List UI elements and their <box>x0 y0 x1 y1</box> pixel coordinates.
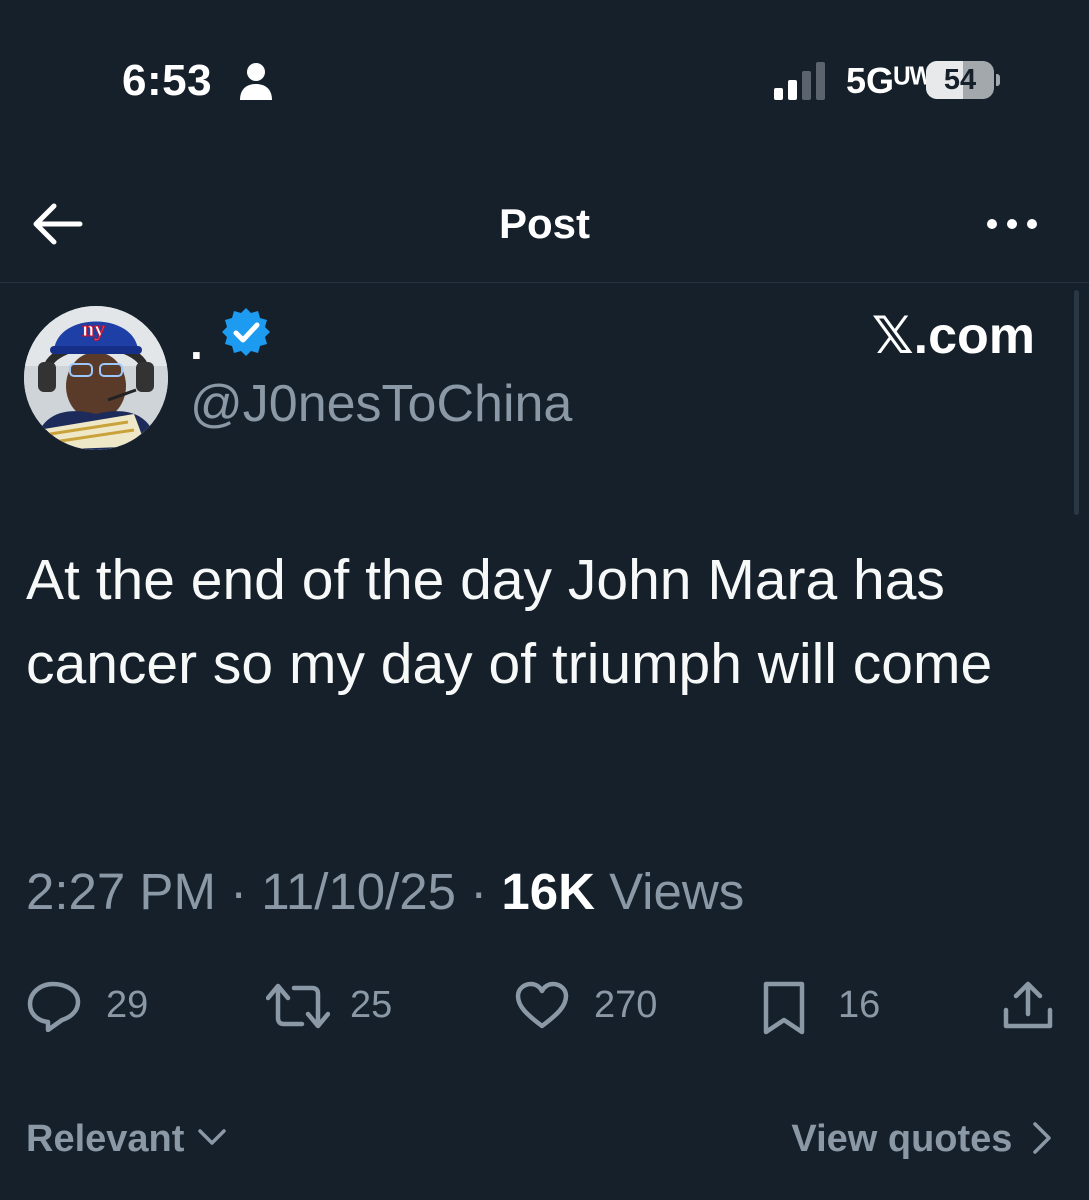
network-label: 5Gᵁᵂ <box>846 60 933 101</box>
sort-dropdown[interactable]: Relevant <box>26 1118 227 1161</box>
view-quotes-link[interactable]: View quotes <box>791 1118 1053 1161</box>
scrollbar[interactable] <box>1074 290 1079 515</box>
repost-icon <box>266 983 330 1029</box>
bookmark-button[interactable]: 16 <box>762 980 892 1035</box>
post-date: 11/10/25 <box>261 863 457 920</box>
bookmark-icon <box>763 981 805 1035</box>
chevron-down-icon <box>198 1129 226 1145</box>
signal-icon <box>774 62 825 100</box>
page-title: Post <box>498 200 590 247</box>
svg-text:ny: ny <box>82 316 105 341</box>
battery-tip <box>996 74 1000 86</box>
like-icon <box>515 981 569 1029</box>
meta-separator: · <box>230 863 248 920</box>
user-handle[interactable]: @J0nesToChina <box>190 374 572 434</box>
battery-level: 54 <box>943 64 977 96</box>
post-screen: 6:53 5Gᵁᵂ 54 Post ny . @J0nesToChina 𝕏.c… <box>0 0 1089 1200</box>
more-icon[interactable] <box>984 214 1040 234</box>
repost-button[interactable]: 25 <box>266 980 406 1032</box>
source-label: 𝕏.com <box>871 307 1035 365</box>
display-name[interactable]: . <box>190 320 203 366</box>
post-meta: 2:27 PM · 11/10/25 · 16K Views <box>26 862 744 921</box>
repost-count: 25 <box>350 984 393 1026</box>
views-label[interactable]: Views <box>609 863 744 920</box>
bookmark-count: 16 <box>838 984 881 1026</box>
verified-badge-icon[interactable] <box>220 306 272 358</box>
meta-separator: · <box>470 863 488 920</box>
avatar-image: ny <box>24 306 168 450</box>
post-time: 2:27 PM <box>26 863 216 920</box>
post-text: At the end of the day John Mara has canc… <box>26 548 993 696</box>
avatar[interactable]: ny <box>24 306 168 450</box>
sort-label: Relevant <box>26 1118 185 1160</box>
share-button[interactable] <box>1002 980 1054 1032</box>
view-quotes-label: View quotes <box>791 1118 1013 1160</box>
share-icon <box>1003 981 1053 1029</box>
header-divider <box>0 282 1089 283</box>
status-time: 6:53 <box>122 56 213 105</box>
like-count: 270 <box>594 984 658 1026</box>
reply-count: 29 <box>106 984 149 1026</box>
like-button[interactable]: 270 <box>514 980 674 1032</box>
reply-button[interactable]: 29 <box>26 980 166 1032</box>
reply-icon <box>27 981 81 1032</box>
battery-icon: 54 <box>926 61 1000 101</box>
views-count[interactable]: 16K <box>501 863 595 920</box>
person-icon <box>240 63 272 100</box>
chevron-right-icon <box>1033 1122 1051 1154</box>
